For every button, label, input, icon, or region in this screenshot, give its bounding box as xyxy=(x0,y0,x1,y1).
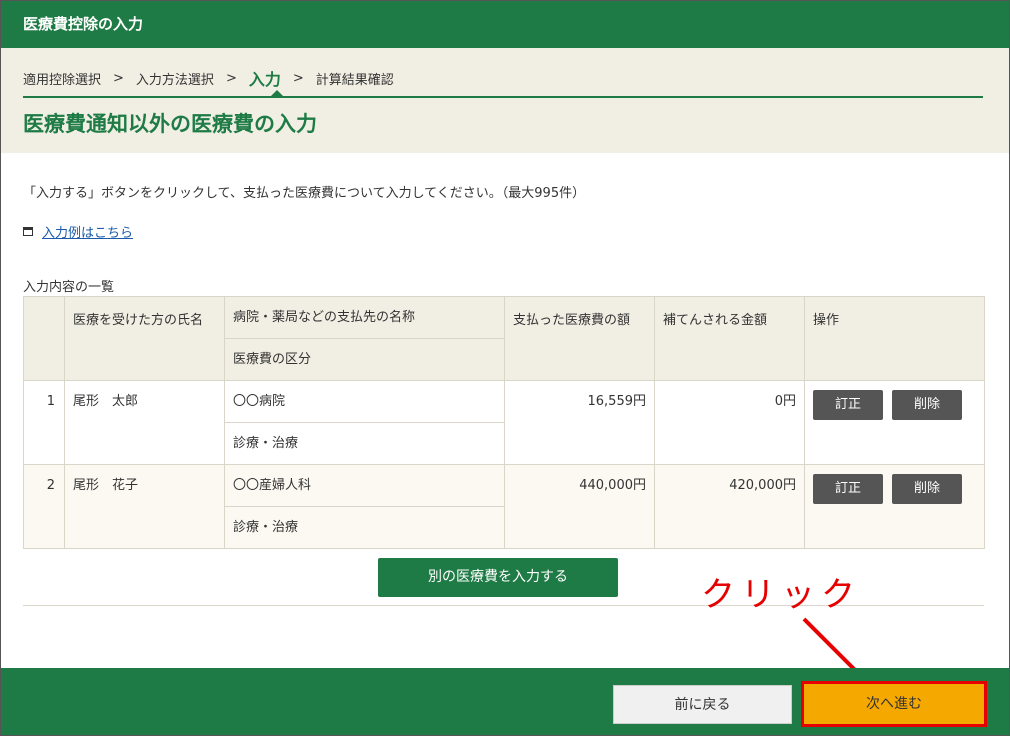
edit-button[interactable]: 訂正 xyxy=(813,390,883,420)
paid-amount: 16,559円 xyxy=(504,380,655,465)
expense-table: 医療を受けた方の氏名 病院・薬局などの支払先の名称 支払った医療費の額 補てんさ… xyxy=(23,296,985,549)
breadcrumb-item-select-deduction: 適用控除選択 xyxy=(23,72,102,88)
delete-button[interactable]: 削除 xyxy=(892,390,962,420)
edit-button[interactable]: 訂正 xyxy=(813,474,883,504)
header-paid: 支払った医療費の額 xyxy=(504,296,655,381)
patient-name: 尾形 花子 xyxy=(64,464,225,549)
next-button[interactable]: 次へ進む xyxy=(801,681,987,727)
table-row: 2 尾形 花子 〇〇産婦人科 440,000円 420,000円 訂正 削除 xyxy=(23,464,985,549)
header-category: 医療費の区分 xyxy=(224,338,505,381)
breadcrumb-separator: > xyxy=(225,70,237,86)
window-title: 医療費控除の入力 xyxy=(23,15,144,33)
paid-amount: 440,000円 xyxy=(504,464,655,549)
expense-category: 診療・治療 xyxy=(224,422,505,465)
breadcrumb-separator: > xyxy=(292,70,304,86)
row-actions: 訂正 削除 xyxy=(804,380,985,465)
list-label: 入力内容の一覧 xyxy=(23,280,115,295)
breadcrumb-item-input-current: 入力 xyxy=(248,70,281,89)
breadcrumb-separator: > xyxy=(113,70,124,86)
page-title: 医療費通知以外の医療費の入力 xyxy=(23,112,317,136)
header-reimbursed: 補てんされる金額 xyxy=(654,296,805,381)
table-row: 1 尾形 太郎 〇〇病院 16,559円 0円 訂正 削除 xyxy=(23,380,985,465)
add-expense-button[interactable]: 別の医療費を入力する xyxy=(378,558,618,597)
header-ops: 操作 xyxy=(804,296,985,381)
header-name: 医療を受けた方の氏名 xyxy=(64,296,225,381)
patient-name: 尾形 太郎 xyxy=(64,380,225,465)
app-window: 医療費控除の入力 適用控除選択 > 入力方法選択 > 入力 > 計算結果確認 医… xyxy=(0,0,1010,736)
example-link-row: 入力例はこちら xyxy=(23,222,133,241)
breadcrumb-item-select-method: 入力方法選択 xyxy=(135,72,214,88)
header-payee: 病院・薬局などの支払先の名称 xyxy=(224,296,505,339)
instruction-text: 「入力する」ボタンをクリックして、支払った医療費について入力してください。（最大… xyxy=(23,186,586,201)
click-annotation: クリック xyxy=(701,575,861,615)
row-actions: 訂正 削除 xyxy=(804,464,985,549)
breadcrumb-underline xyxy=(23,96,983,98)
expense-category: 診療・治療 xyxy=(224,506,505,549)
new-window-icon xyxy=(23,227,33,236)
back-button[interactable]: 前に戻る xyxy=(613,685,792,724)
breadcrumb: 適用控除選択 > 入力方法選択 > 入力 > 計算結果確認 xyxy=(23,66,394,90)
row-number: 1 xyxy=(23,380,65,465)
payee-name: 〇〇病院 xyxy=(224,380,505,423)
row-number: 2 xyxy=(23,464,65,549)
example-link[interactable]: 入力例はこちら xyxy=(42,222,133,241)
delete-button[interactable]: 削除 xyxy=(892,474,962,504)
breadcrumb-item-confirm-result: 計算結果確認 xyxy=(315,72,394,88)
footer-bar: 前に戻る 次へ進む xyxy=(1,668,1009,735)
header-no xyxy=(23,296,65,381)
title-bar: 医療費控除の入力 xyxy=(1,1,1009,48)
reimbursed-amount: 420,000円 xyxy=(654,464,805,549)
reimbursed-amount: 0円 xyxy=(654,380,805,465)
page-header: 適用控除選択 > 入力方法選択 > 入力 > 計算結果確認 医療費通知以外の医療… xyxy=(1,48,1009,153)
payee-name: 〇〇産婦人科 xyxy=(224,464,505,507)
